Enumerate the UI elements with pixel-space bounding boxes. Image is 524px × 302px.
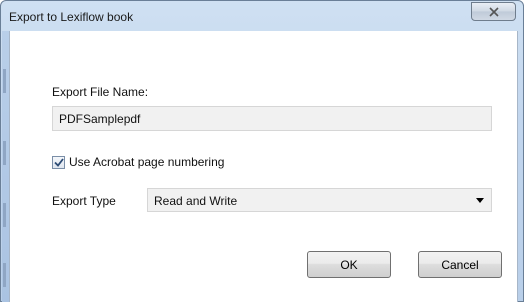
export-file-name-input[interactable]: PDFSamplepdf — [52, 106, 492, 131]
acrobat-numbering-row[interactable]: Use Acrobat page numbering — [52, 154, 224, 170]
dialog-window: Export to Lexiflow book Export File Name… — [0, 0, 524, 302]
checkmark-icon — [53, 157, 64, 167]
window-title: Export to Lexiflow book — [9, 10, 134, 24]
export-file-name-label: Export File Name: — [52, 85, 149, 99]
cancel-button[interactable]: Cancel — [418, 251, 502, 278]
close-icon — [488, 6, 499, 17]
export-type-label: Export Type — [52, 194, 116, 208]
acrobat-numbering-checkbox[interactable] — [52, 155, 65, 169]
export-type-value: Read and Write — [154, 194, 238, 208]
title-bar[interactable]: Export to Lexiflow book — [1, 1, 523, 31]
window-left-border — [2, 31, 9, 302]
acrobat-numbering-label: Use Acrobat page numbering — [69, 155, 225, 169]
ok-button[interactable]: OK — [307, 251, 391, 278]
chevron-down-icon — [476, 198, 484, 203]
close-button[interactable] — [471, 2, 516, 21]
dialog-body: Export File Name: PDFSamplepdf Use Acrob… — [9, 31, 518, 302]
export-type-select[interactable]: Read and Write — [147, 188, 492, 212]
